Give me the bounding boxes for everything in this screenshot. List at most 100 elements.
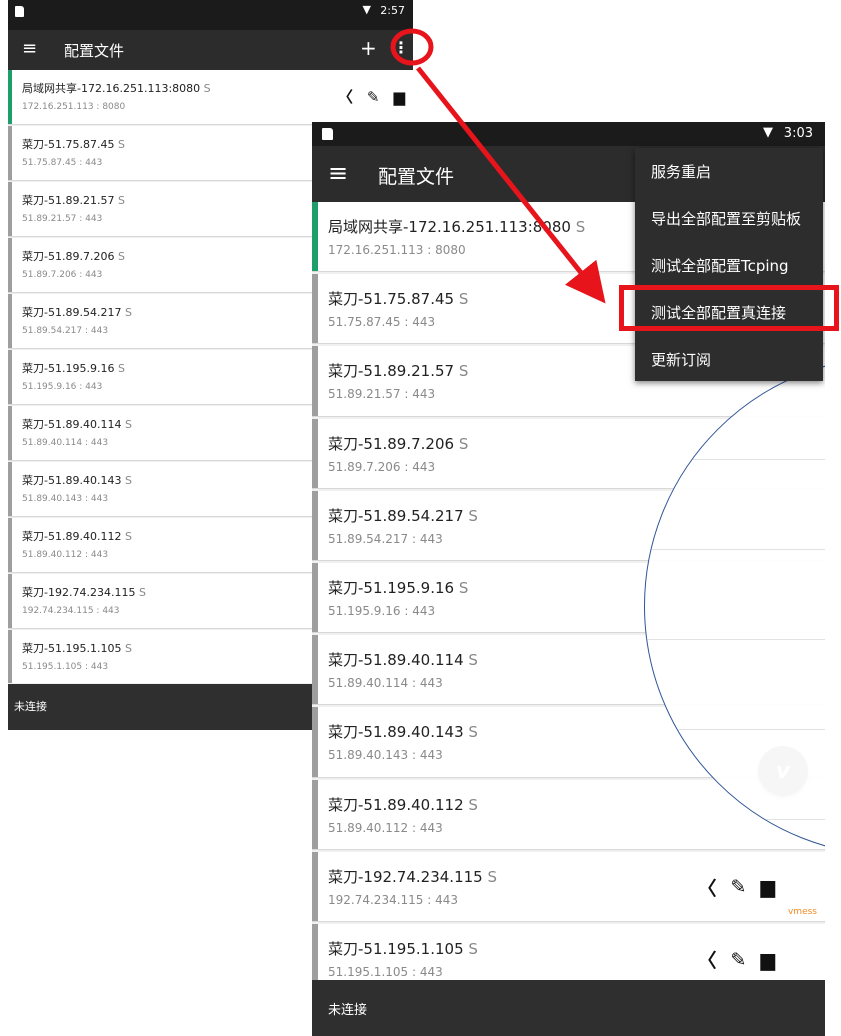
profile-address: 51.89.7.206 : 443 — [22, 270, 103, 280]
clock: 3:03 — [783, 126, 813, 141]
status-indicator — [312, 274, 318, 344]
profile-address: 51.89.54.217 : 443 — [22, 326, 109, 336]
profile-address: 51.75.87.45 : 443 — [22, 158, 103, 168]
profile-type-tag: S — [468, 506, 478, 525]
highlight-box — [619, 285, 839, 331]
menu-item[interactable]: 更新订阅 — [635, 336, 823, 383]
profile-type-tag: S — [138, 586, 146, 599]
profile-type-tag: S — [117, 194, 125, 207]
profile-address: 51.89.21.57 : 443 — [328, 387, 436, 402]
share-icon[interactable]: 〈 — [697, 874, 716, 901]
status-indicator — [8, 574, 12, 628]
profile-address: 51.195.9.16 : 443 — [22, 382, 103, 392]
profile-name: 菜刀-51.89.40.112 S — [22, 530, 132, 543]
status-indicator — [312, 563, 318, 633]
pencil-icon[interactable]: ✎ — [367, 88, 380, 106]
profile-type-tag: S — [203, 82, 211, 95]
profile-type-tag: S — [468, 651, 478, 670]
profile-name: 菜刀-51.89.21.57 S — [328, 362, 469, 381]
profile-card[interactable]: 菜刀-192.74.234.115 S 192.74.234.115 : 443 〈… — [312, 851, 825, 922]
profile-address: 51.89.40.112 : 443 — [328, 820, 443, 835]
pencil-icon[interactable]: ✎ — [730, 949, 746, 971]
status-indicator — [8, 70, 12, 124]
profile-name: 菜刀-51.89.40.114 S — [328, 651, 478, 670]
share-icon[interactable]: 〈 — [697, 946, 716, 973]
profile-name: 菜刀-51.75.87.45 S — [328, 290, 469, 309]
profile-address: 172.16.251.113 : 8080 — [22, 102, 126, 112]
profile-type-tag: S — [458, 579, 469, 597]
overflow-menu: 服务重启 导出全部配置至剪贴板 测试全部配置Tcping 测试全部配置真连接 更新订阅 — [635, 148, 823, 381]
status-indicator — [8, 518, 12, 572]
status-indicator — [8, 406, 12, 460]
profile-name: 菜刀-51.89.7.206 S — [328, 434, 469, 453]
app-bar: ≡ 配置文件 + ⋮ — [8, 30, 413, 70]
profile-name: 菜刀-51.195.9.16 S — [328, 579, 469, 597]
profile-address: 51.89.40.143 : 443 — [328, 748, 443, 763]
clock: 2:57 — [380, 4, 405, 17]
profile-name: 菜刀-51.195.9.16 S — [22, 362, 125, 375]
status-bar: ▼ 2:57 — [8, 0, 413, 30]
profile-name: 菜刀-51.195.1.105 S — [328, 940, 478, 958]
profile-name: 菜刀-192.74.234.115 S — [328, 867, 498, 886]
profile-address: 51.89.40.114 : 443 — [22, 438, 109, 448]
connection-status-label: 未连接 — [328, 1003, 368, 1018]
profile-name: 菜刀-51.89.40.143 S — [328, 723, 478, 742]
profile-address: 192.74.234.115 : 443 — [22, 606, 120, 616]
profile-name: 局域网共享-172.16.251.113:8080 S — [328, 218, 586, 236]
menu-item[interactable]: 导出全部配置至剪贴板 — [635, 195, 823, 242]
profile-type-tag: S — [124, 306, 132, 319]
plus-icon[interactable]: + — [360, 36, 377, 60]
menu-item[interactable]: 服务重启 — [635, 148, 823, 195]
sim-icon — [322, 128, 333, 140]
status-indicator — [312, 202, 318, 272]
profile-type-tag: S — [117, 138, 125, 151]
profile-address: 51.89.21.57 : 443 — [22, 214, 103, 224]
protocol-label: vmess — [787, 906, 817, 917]
profile-name: 菜刀-51.89.40.112 S — [328, 795, 478, 814]
profile-name: 菜刀-51.89.40.114 S — [22, 418, 132, 431]
trash-icon[interactable]: ▆ — [760, 876, 775, 898]
profile-address: 51.89.7.206 : 443 — [328, 459, 436, 474]
profile-address: 51.89.54.217 : 443 — [328, 531, 443, 546]
trash-icon[interactable]: ▆ — [393, 88, 405, 106]
profile-address: 192.74.234.115 : 443 — [328, 892, 459, 907]
menu-item[interactable]: 测试全部配置Tcping — [635, 242, 823, 289]
status-indicator — [8, 238, 12, 292]
status-bar: ▼ 3:03 — [312, 122, 825, 146]
profile-name: 菜刀-51.89.54.217 S — [22, 306, 132, 319]
hamburger-icon[interactable]: ≡ — [22, 38, 37, 59]
profile-type-tag: S — [575, 218, 586, 236]
connection-status-label: 未连接 — [14, 700, 47, 713]
wifi-icon: ▼ — [362, 3, 371, 16]
trash-icon[interactable]: ▆ — [760, 949, 775, 971]
profile-name: 菜刀-192.74.234.115 S — [22, 586, 146, 599]
status-indicator — [312, 346, 318, 416]
more-vert-icon[interactable]: ⋮ — [393, 38, 409, 57]
page-title: 配置文件 — [64, 42, 125, 60]
wifi-icon: ▼ — [763, 125, 773, 140]
status-indicator — [312, 635, 318, 705]
profile-name: 菜刀-51.89.21.57 S — [22, 194, 125, 207]
pencil-icon[interactable]: ✎ — [730, 876, 746, 898]
status-indicator — [312, 851, 318, 921]
profile-name: 菜刀-51.75.87.45 S — [22, 138, 125, 151]
status-indicator — [8, 630, 12, 683]
profile-type-tag: S — [468, 723, 478, 742]
front-screenshot: ▼ 3:03 ≡ 配置文件 局域网共享-172.16.251.113:8080 … — [312, 122, 825, 1036]
share-icon[interactable]: 〈 — [338, 86, 353, 107]
page-title: 配置文件 — [378, 166, 455, 188]
profile-type-tag: S — [117, 362, 125, 375]
profile-address: 51.195.1.105 : 443 — [22, 662, 109, 672]
profile-address: 51.195.9.16 : 443 — [328, 604, 436, 618]
profile-name: 菜刀-51.89.40.143 S — [22, 474, 132, 487]
profile-card[interactable]: 局域网共享-172.16.251.113:8080 S 172.16.251.11… — [8, 70, 413, 125]
profile-card[interactable]: 菜刀-51.195.1.105 S 51.195.1.105 : 443 〈 ✎ ▆ — [312, 924, 825, 980]
profile-actions: 〈 ✎ ▆ — [338, 86, 405, 107]
status-indicator — [8, 350, 12, 404]
profile-type-tag: S — [468, 795, 478, 814]
profile-type-tag: S — [124, 418, 132, 431]
status-indicator — [312, 779, 318, 849]
profile-address: 51.195.1.105 : 443 — [328, 965, 443, 979]
connection-status-bar[interactable]: 未连接 — [312, 980, 825, 1036]
hamburger-icon[interactable]: ≡ — [328, 159, 348, 187]
